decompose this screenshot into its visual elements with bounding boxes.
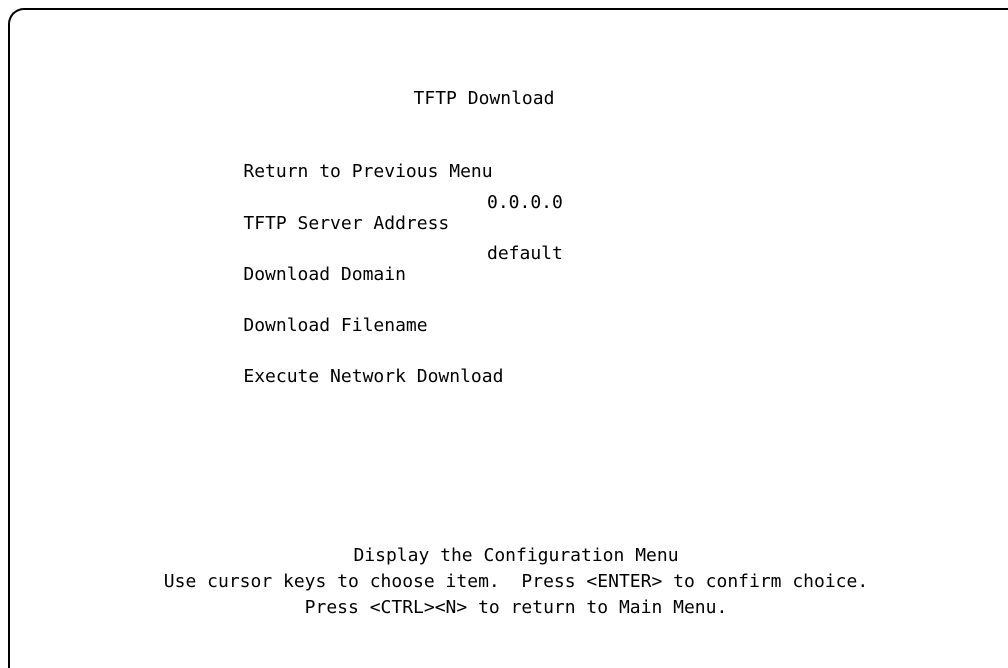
menu-item-label: TFTP Server Address — [243, 213, 450, 234]
menu-item-label: Execute Network Download — [243, 366, 504, 387]
menu-item-execute-network-download[interactable]: Execute Network Download — [200, 345, 503, 408]
return-main-menu-hint: Press <CTRL><N> to return to Main Menu. — [304, 597, 728, 618]
download-domain-value: default — [487, 243, 563, 264]
navigation-instructions: Use cursor keys to choose item. Press <E… — [163, 571, 869, 592]
tftp-server-address-value: 0.0.0.0 — [487, 192, 563, 213]
menu-item-label: Return to Previous Menu — [243, 161, 493, 182]
terminal-screen: TFTP Download Return to Previous Menu TF… — [0, 0, 1008, 668]
menu-item-label: Download Domain — [243, 264, 406, 285]
menu-item-label: Download Filename — [243, 315, 428, 336]
status-description: Display the Configuration Menu — [353, 545, 679, 566]
screen-title: TFTP Download — [413, 88, 555, 109]
